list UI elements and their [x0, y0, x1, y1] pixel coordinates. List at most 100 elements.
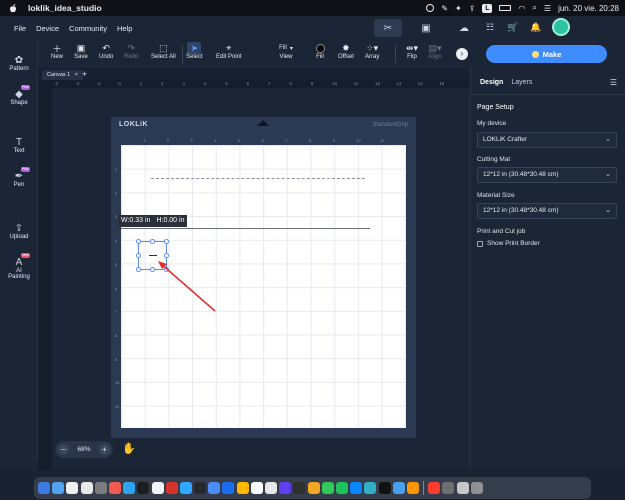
close-icon[interactable]: ×	[75, 72, 78, 78]
dock-app-icon[interactable]	[208, 482, 221, 494]
tray-pen-icon[interactable]: ✎	[441, 4, 448, 13]
sidebar-item-text[interactable]: T Text	[0, 136, 38, 155]
dock-app-icon[interactable]	[442, 482, 455, 494]
align-button[interactable]: ▤▾ Align	[428, 42, 442, 61]
fill-button[interactable]: Fill	[313, 42, 327, 60]
dock-app-icon[interactable]	[236, 482, 249, 494]
dock-app-icon[interactable]	[392, 482, 405, 494]
dock-app-icon[interactable]	[456, 482, 469, 494]
fill-dropdown[interactable]: Fill ▾	[272, 42, 300, 54]
dock-app-icon[interactable]	[335, 482, 348, 494]
sidebar-item-ai-painting[interactable]: A New AI Painting	[0, 253, 38, 280]
panel-menu-icon[interactable]: ☰	[610, 78, 617, 87]
cloud-mode-icon[interactable]: ☁	[450, 19, 478, 37]
project-mode-icon[interactable]: ▣	[412, 19, 440, 37]
wifi-icon[interactable]: ◠	[518, 4, 525, 13]
view-dropdown[interactable]: Fill ▾ View	[272, 42, 300, 60]
apple-icon[interactable]	[8, 3, 18, 13]
dock-app-icon[interactable]	[137, 482, 150, 494]
show-print-border-checkbox[interactable]: Show Print Border	[477, 240, 540, 247]
battery-icon[interactable]	[499, 5, 512, 11]
save-button[interactable]: ▣ Save	[74, 42, 88, 61]
tray-record-icon[interactable]	[426, 4, 435, 12]
menubar-app-name[interactable]: loklik_idea_studio	[28, 3, 102, 13]
avatar[interactable]	[552, 18, 570, 36]
checkbox-box[interactable]	[477, 240, 483, 247]
app-window: loklik_idea_studio ✎ ✦ ⇪ L ◠ ⌕ ☰ jun. 20…	[0, 0, 625, 500]
sidebar-item-pattern[interactable]: ✿ Pattern	[0, 54, 38, 73]
solid-line-object[interactable]	[121, 228, 370, 229]
sidebar-item-pen[interactable]: ✒ Plus Pen	[0, 167, 38, 188]
redo-button[interactable]: ↷ Redo	[124, 42, 138, 61]
dock-app-icon[interactable]	[378, 482, 391, 494]
dock-app-icon[interactable]	[38, 482, 50, 494]
zoom-out-button[interactable]: −	[58, 444, 69, 455]
dock-app-icon[interactable]	[94, 482, 107, 494]
dock-app-icon[interactable]	[222, 482, 235, 494]
menubar-datetime[interactable]: jun. 20 vie. 20:28	[558, 4, 619, 13]
zoom-in-button[interactable]: +	[98, 444, 110, 455]
dock-app-icon[interactable]	[307, 482, 320, 494]
new-button[interactable]: ＋ New	[50, 42, 64, 61]
dock-app-icon[interactable]	[406, 482, 419, 494]
dock-app-icon[interactable]	[364, 482, 377, 494]
resize-handle[interactable]	[136, 239, 141, 244]
dock-app-icon[interactable]	[279, 482, 292, 494]
resize-handle[interactable]	[136, 267, 141, 272]
menu-device[interactable]: Device	[36, 24, 59, 33]
hand-tool-icon[interactable]: ✋	[122, 442, 136, 455]
dock-app-icon[interactable]	[293, 482, 306, 494]
sidebar-item-label: Upload	[9, 234, 29, 240]
dock-app-icon[interactable]	[52, 482, 65, 494]
edit-point-button[interactable]: ⌖ Edit Point	[216, 42, 242, 61]
tray-app-icon[interactable]: L	[482, 3, 493, 13]
add-tab-button[interactable]: +	[82, 69, 87, 79]
tab-canvas-1[interactable]: Canvas 1 ×	[42, 70, 83, 80]
cutting-mat-select[interactable]: 12*12 in (30.48*30.48 cm) ⌄	[477, 167, 617, 183]
notes-icon[interactable]: ☷	[483, 20, 497, 34]
dock-app-icon[interactable]	[80, 482, 93, 494]
select-all-button[interactable]: ⬚ Select All	[151, 42, 176, 61]
search-icon[interactable]: ⌕	[532, 3, 536, 13]
resize-handle[interactable]	[136, 253, 141, 258]
dock-app-icon[interactable]	[151, 482, 164, 494]
undo-button[interactable]: ↶ Undo	[99, 42, 113, 61]
dock-app-icon[interactable]	[265, 482, 277, 494]
device-select[interactable]: LOKLiK Crafter ⌄	[477, 132, 617, 148]
dock-app-icon[interactable]	[179, 482, 192, 494]
menu-help[interactable]: Help	[117, 24, 132, 33]
dock-app-icon[interactable]	[194, 482, 207, 494]
select-button[interactable]: ➤ Select	[186, 42, 203, 60]
offset-button[interactable]: ✸ Offset	[338, 42, 354, 61]
material-size-select[interactable]: 12*12 in (30.48*30.48 cm) ⌄	[477, 203, 617, 219]
sidebar-item-upload[interactable]: ⇪ Upload	[0, 222, 38, 241]
tray-ai-icon[interactable]: ✦	[455, 4, 462, 13]
array-button[interactable]: ⁘▾ Array	[365, 42, 379, 61]
tab-design[interactable]: Design	[480, 79, 503, 86]
cart-icon[interactable]: 🛒	[506, 20, 520, 34]
menu-community[interactable]: Community	[69, 24, 107, 33]
more-tools-button[interactable]: ›	[456, 48, 468, 60]
resize-handle[interactable]	[150, 239, 155, 244]
resize-handle[interactable]	[164, 239, 169, 244]
make-button[interactable]: Make	[486, 45, 607, 63]
dock-app-icon[interactable]	[165, 482, 178, 494]
dock-app-icon[interactable]	[250, 482, 263, 494]
dock-app-icon[interactable]	[66, 482, 79, 494]
control-center-icon[interactable]: ☰	[544, 4, 551, 13]
dock-app-icon[interactable]	[470, 482, 483, 494]
dashed-line-object[interactable]	[151, 178, 365, 179]
design-mode-icon[interactable]: ✂	[374, 19, 402, 37]
dock-app-icon[interactable]	[321, 482, 334, 494]
macos-menubar: loklik_idea_studio ✎ ✦ ⇪ L ◠ ⌕ ☰ jun. 20…	[0, 0, 625, 16]
menu-file[interactable]: File	[14, 24, 26, 33]
tab-layers[interactable]: Layers	[511, 79, 532, 86]
flip-button[interactable]: ⇹▾ Flip	[405, 42, 419, 61]
sidebar-item-shape[interactable]: ◆ Plus Shape	[0, 85, 38, 106]
dock-app-icon[interactable]	[350, 482, 363, 494]
tray-upload-icon[interactable]: ⇪	[469, 4, 476, 13]
dock-app-icon[interactable]	[123, 482, 136, 494]
dock-app-icon[interactable]	[108, 482, 121, 494]
dock-app-icon[interactable]	[428, 482, 441, 494]
bell-icon[interactable]: 🔔	[529, 20, 543, 34]
